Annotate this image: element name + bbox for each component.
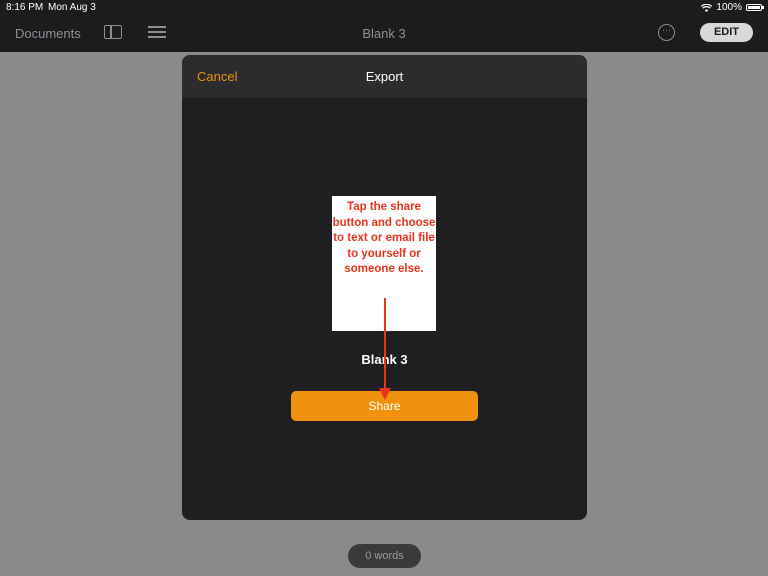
battery-percentage: 100% (716, 2, 742, 13)
annotation-text: Tap the share button and choose to text … (332, 201, 436, 275)
status-time: 8:16 PM (6, 2, 44, 13)
export-modal: Cancel Export Tap the share button and c… (182, 55, 587, 520)
modal-header: Cancel Export (182, 55, 587, 98)
battery-icon (746, 4, 764, 11)
share-button[interactable]: Share (291, 391, 478, 421)
word-count-badge: 0 words (348, 544, 421, 568)
document-title: Blank 3 (362, 26, 406, 41)
modal-title: Export (365, 69, 404, 84)
status-indicators: 100% (701, 2, 764, 13)
status-date: Mon Aug 3 (48, 2, 96, 13)
edit-button[interactable]: EDIT (700, 23, 753, 42)
ellipsis-circle-icon[interactable]: ··· (658, 24, 675, 41)
toolbar: Documents Blank 3 ··· EDIT (0, 14, 768, 52)
file-name: Blank 3 (361, 352, 408, 367)
wifi-icon (701, 3, 713, 12)
document-preview: Tap the share button and choose to text … (332, 196, 436, 331)
status-bar: 8:16 PM Mon Aug 3 100% (0, 0, 768, 14)
